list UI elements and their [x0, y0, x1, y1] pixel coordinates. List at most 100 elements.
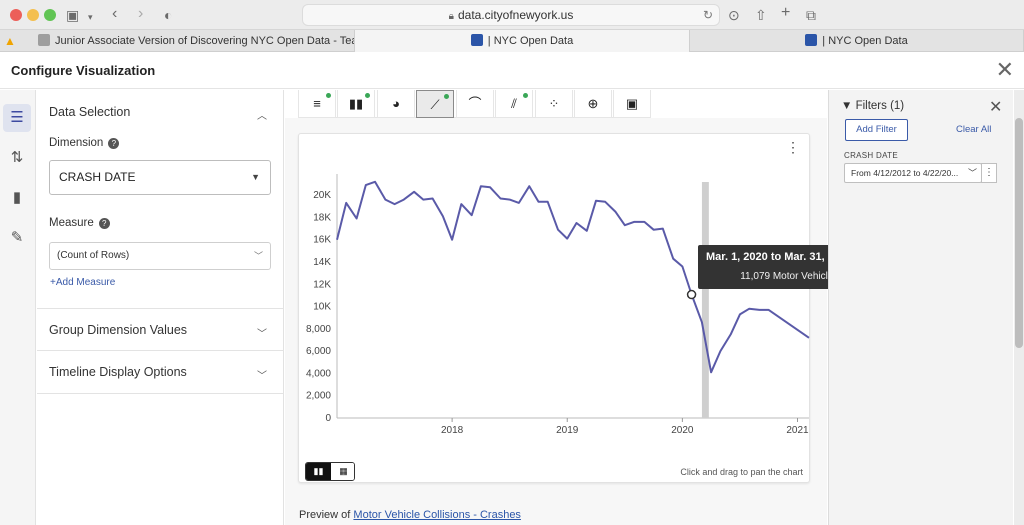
tab-bar: ▲ Junior Associate Version of Discoverin…	[0, 30, 1024, 52]
dataset-link[interactable]: Motor Vehicle Collisions - Crashes	[353, 509, 521, 521]
clear-all-link[interactable]: Clear All	[956, 124, 991, 135]
paint-roller-icon[interactable]: ▮	[3, 184, 31, 212]
favicon-icon	[805, 34, 818, 46]
y-tick-label: 4,000	[306, 368, 331, 379]
url-text: data.cityofnewyork.us	[457, 8, 574, 22]
help-icon[interactable]: ?	[98, 218, 110, 229]
shield-icon[interactable]: ◐	[164, 6, 172, 24]
scatter-icon[interactable]: ⁘	[535, 90, 573, 118]
y-tick-label: 12K	[313, 279, 331, 290]
tab-label: | NYC Open Data	[822, 35, 908, 47]
close-icon[interactable]: ✕	[989, 97, 1002, 117]
badge-dot	[523, 93, 528, 98]
favicon-icon	[38, 34, 50, 46]
line-chart-icon[interactable]: ⟋	[416, 90, 454, 118]
filter-options-icon[interactable]: ⋮	[981, 163, 997, 183]
pie-icon[interactable]: ◕	[377, 90, 415, 118]
reload-icon[interactable]: ↻	[703, 5, 713, 25]
dimension-select[interactable]: CRASH DATE ▼	[49, 160, 271, 195]
comment-icon[interactable]: ✎	[3, 224, 31, 252]
timeline-options-heading[interactable]: Timeline Display Options	[49, 365, 187, 379]
combo-chart-icon[interactable]: ⫽	[495, 90, 533, 118]
back-icon[interactable]: ‹	[112, 5, 117, 23]
badge-dot	[326, 93, 331, 98]
y-tick-label: 10K	[313, 302, 331, 313]
sort-icon[interactable]: ⇅	[3, 144, 31, 172]
filters-title: ▼ Filters (1)	[841, 100, 905, 112]
x-tick-label: 2018	[441, 425, 464, 436]
tab-overview-icon[interactable]: ⧉	[806, 6, 816, 24]
chevron-down-icon[interactable]: ﹀	[257, 367, 267, 382]
pan-hint: Click and drag to pan the chart	[680, 467, 803, 477]
chart-card: ⋮ 0 2,000 4,000 6,000 8,000 10K 12K 14K 16K 18K 20…	[298, 133, 810, 483]
scrollbar[interactable]	[1014, 90, 1024, 525]
group-dimension-heading[interactable]: Group Dimension Values	[49, 323, 187, 337]
forward-icon[interactable]: ›	[138, 5, 143, 23]
bar-vertical-icon[interactable]: ▮▮	[337, 90, 375, 118]
table-view-icon[interactable]: ▦	[331, 463, 354, 480]
close-icon[interactable]: ✕	[996, 58, 1014, 82]
chevron-down-icon: ﹀	[967, 168, 977, 178]
database-icon[interactable]: ☰	[3, 104, 31, 132]
dimension-label: Dimension?	[49, 137, 120, 149]
help-icon[interactable]: ?	[108, 138, 120, 149]
chevron-down-icon[interactable]: ﹀	[257, 325, 267, 340]
highlight-band	[701, 182, 709, 418]
view-toggle: ▮▮ ▦	[305, 462, 355, 481]
address-bar[interactable]: 🔒︎ data.cityofnewyork.us ↻	[302, 4, 720, 26]
favicon-icon	[470, 34, 483, 46]
chevron-down-icon: ﹀	[253, 251, 263, 261]
tab-label: Junior Associate Version of Discovering …	[55, 35, 354, 47]
globe-icon[interactable]: ⊕	[574, 90, 612, 118]
caret-down-icon: ▼	[251, 172, 260, 182]
divider	[37, 350, 284, 351]
scrollbar-thumb[interactable]	[1015, 118, 1023, 348]
dialog-header: Configure Visualization ✕	[0, 53, 1024, 89]
crash-date-filter[interactable]: From 4/12/2012 to 4/22/20... ﹀	[844, 163, 982, 183]
filter-label: CRASH DATE	[844, 151, 898, 160]
badge-dot	[365, 93, 370, 98]
preview-prefix: Preview of	[299, 509, 351, 521]
download-icon[interactable]: ⊙	[728, 6, 740, 24]
calendar-icon[interactable]: ▣	[613, 90, 651, 118]
y-tick-label: 0	[325, 413, 331, 424]
badge-dot	[444, 94, 449, 99]
tab-nyc-open-data-active[interactable]: | NYC Open Data	[355, 30, 690, 52]
settings-rail: ☰ ⇅ ▮ ✎	[0, 90, 36, 525]
preview-caption: Preview of Motor Vehicle Collisions - Cr…	[299, 509, 521, 521]
data-selection-heading[interactable]: Data Selection	[49, 105, 130, 119]
share-icon[interactable]: ⇧	[755, 6, 767, 24]
chart-view-icon[interactable]: ▮▮	[306, 463, 331, 480]
minimize-window-button[interactable]	[27, 9, 39, 21]
y-tick-label: 14K	[313, 257, 331, 268]
data-selection-panel: Data Selection ︿ Dimension? CRASH DATE ▼…	[37, 90, 284, 525]
x-tick-label: 2021	[786, 425, 809, 436]
browser-toolbar: ▣ ▾ ‹ › ◐ 🔒︎ data.cityofnewyork.us ↻ ⊙ ⇧ …	[0, 0, 1024, 30]
line-chart[interactable]: 0 2,000 4,000 6,000 8,000 10K 12K 14K 16K 18K 20K 2…	[299, 134, 811, 464]
measure-label: Measure?	[49, 217, 110, 229]
filter-value: From 4/12/2012 to 4/22/20...	[851, 168, 959, 178]
new-tab-icon[interactable]: +	[781, 4, 790, 22]
chevron-up-icon[interactable]: ︿	[257, 107, 267, 122]
measure-select[interactable]: (Count of Rows) ﹀	[49, 242, 271, 270]
warning-icon: ▲	[4, 34, 16, 48]
x-tick-label: 2020	[671, 425, 694, 436]
add-measure-link[interactable]: +Add Measure	[50, 277, 115, 288]
y-tick-label: 2,000	[306, 391, 331, 402]
dialog-title: Configure Visualization	[11, 63, 156, 78]
tab-nyc-open-data[interactable]: | NYC Open Data	[690, 30, 1024, 52]
dimension-value: CRASH DATE	[59, 170, 136, 184]
tab-teaching-deck[interactable]: Junior Associate Version of Discovering …	[30, 30, 355, 52]
filter-icon: ▼	[841, 100, 856, 112]
add-filter-button[interactable]: Add Filter	[845, 119, 908, 141]
lock-icon: 🔒︎	[448, 11, 454, 22]
close-window-button[interactable]	[10, 9, 22, 21]
sidebar-icon[interactable]: ▣	[66, 6, 79, 24]
filters-panel: ▼ Filters (1) ✕ Add Filter Clear All CRA…	[828, 90, 1013, 525]
chart-type-toolbar: ≡ ▮▮ ◕ ⟋ ⌒ ⫽ ⁘ ⊕ ▣	[298, 90, 651, 118]
chevron-down-icon[interactable]: ▾	[88, 8, 93, 26]
zoom-window-button[interactable]	[44, 9, 56, 21]
area-chart-icon[interactable]: ⌒	[456, 90, 494, 118]
y-tick-label: 6,000	[306, 346, 331, 357]
bar-horizontal-icon[interactable]: ≡	[298, 90, 336, 118]
